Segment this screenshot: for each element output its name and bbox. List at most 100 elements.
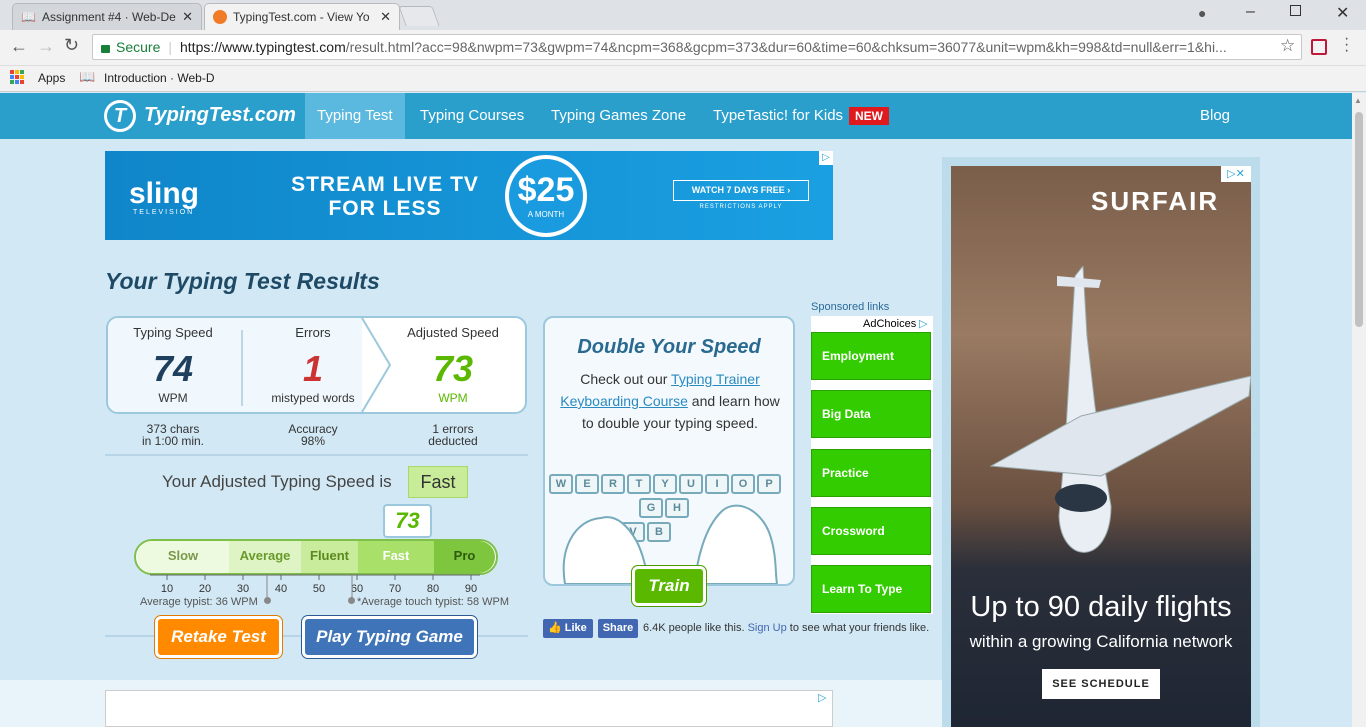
ad-fine-print: RESTRICTIONS APPLY xyxy=(699,204,783,210)
forward-icon[interactable]: → xyxy=(37,36,55,57)
errors-label: Errors xyxy=(295,325,331,340)
url-host: https://www.typingtest.com xyxy=(180,39,346,55)
bookmark-introduction[interactable]: Introduction · Web-D xyxy=(104,71,215,85)
tab-assignment[interactable]: 📖 Assignment #4 · Web-De ✕ xyxy=(12,3,202,30)
sling-banner-ad[interactable]: sling TELEVISION STREAM LIVE TV FOR LESS… xyxy=(105,151,833,240)
adchoices-icon[interactable]: ▷ xyxy=(919,317,927,330)
nav-blog[interactable]: Blog xyxy=(1188,93,1242,139)
tick-label: 80 xyxy=(427,583,439,595)
book-icon: 📖 xyxy=(21,10,36,24)
sponsored-link-learn-to-type[interactable]: Learn To Type xyxy=(811,565,931,613)
ad-headline-1: STREAM LIVE TV xyxy=(291,173,479,196)
new-tab-button[interactable] xyxy=(398,6,440,26)
adjusted-speed-unit: WPM xyxy=(438,391,468,405)
apps-grid-icon xyxy=(10,70,24,84)
chars-line-2: in 1:00 min. xyxy=(141,434,205,448)
address-bar[interactable]: Secure | https://www.typingtest.com /res… xyxy=(92,34,1302,60)
typingtest-logo-icon[interactable]: T xyxy=(104,100,136,132)
nav-typing-games-zone[interactable]: Typing Games Zone xyxy=(539,93,698,139)
sponsored-label: Sponsored links xyxy=(811,301,890,313)
nav-typetastic[interactable]: TypeTastic! for Kids xyxy=(701,93,855,139)
tick-label: 40 xyxy=(275,583,287,595)
book-icon: 📖 xyxy=(79,69,96,84)
lock-icon xyxy=(101,45,110,53)
speed-marker: 73 xyxy=(383,504,432,538)
adjusted-speed-label: Adjusted Speed xyxy=(407,325,499,340)
sponsored-link-big-data[interactable]: Big Data xyxy=(811,390,931,438)
extension-icon[interactable] xyxy=(1311,39,1327,55)
adchoices-icon[interactable]: ▷ xyxy=(819,151,833,165)
bookmark-star-icon[interactable]: ☆ xyxy=(1280,36,1295,56)
deducted-line-2: deducted xyxy=(428,434,478,448)
chars-stat: 373 chars in 1:00 min. xyxy=(108,423,238,447)
ad-price: $25 xyxy=(517,171,575,209)
typingtest-favicon-icon xyxy=(213,10,227,24)
avg-touch-dot-icon xyxy=(348,597,355,604)
speed-rating-badge: Fast xyxy=(408,466,468,498)
tab-title: Assignment #4 · Web-De xyxy=(41,10,176,24)
surfair-brand: SURFAIR xyxy=(1091,186,1220,216)
promo-card: Double Your Speed Check out our Typing T… xyxy=(543,316,795,586)
facebook-signup-link[interactable]: Sign Up xyxy=(748,622,787,634)
url-path: /result.html?acc=98&nwpm=73&gwpm=74&ncpm… xyxy=(345,39,1227,55)
ad-cta-button[interactable]: WATCH 7 DAYS FREE › xyxy=(673,180,809,201)
profile-icon[interactable]: ● xyxy=(1198,5,1206,21)
nav-typing-test[interactable]: Typing Test xyxy=(305,93,405,139)
retake-test-button[interactable]: Retake Test xyxy=(155,616,282,658)
back-icon[interactable]: ← xyxy=(10,36,28,57)
scale-slow: Slow xyxy=(137,541,229,573)
side-ad-sub: within a growing California network xyxy=(969,632,1233,651)
reload-icon[interactable]: ↻ xyxy=(64,35,79,56)
site-logo-text[interactable]: TypingTest.com xyxy=(144,104,296,127)
tick-label: 90 xyxy=(465,583,477,595)
tab-typingtest[interactable]: TypingTest.com - View Yo ✕ xyxy=(204,3,400,30)
accuracy-stat: Accuracy 98% xyxy=(246,423,380,447)
typing-speed-label: Typing Speed xyxy=(133,325,213,340)
side-ad-headline: Up to 90 daily flights xyxy=(970,591,1232,623)
avg-typist-dot-icon xyxy=(264,597,271,604)
see-schedule-button[interactable]: SEE SCHEDULE xyxy=(1042,669,1160,699)
scroll-up-icon[interactable]: ▲ xyxy=(1354,96,1362,105)
nav-typing-courses[interactable]: Typing Courses xyxy=(408,93,536,139)
promo-text-before: Check out our xyxy=(580,371,668,387)
tick-label: 60 xyxy=(351,583,363,595)
close-tab-icon[interactable]: ✕ xyxy=(380,9,391,25)
facebook-share-button[interactable]: Share xyxy=(598,619,638,638)
sponsored-link-practice[interactable]: Practice xyxy=(811,449,931,497)
like-label: Like xyxy=(564,622,587,634)
bookmark-apps[interactable]: Apps xyxy=(38,71,65,85)
facebook-social-text: 6.4K people like this. Sign Up to see wh… xyxy=(643,622,929,634)
restore-icon[interactable] xyxy=(1290,5,1301,16)
accuracy-line-2: 98% xyxy=(300,434,326,448)
play-typing-game-button[interactable]: Play Typing Game xyxy=(302,616,477,658)
tick-label: 50 xyxy=(313,583,325,595)
adjusted-speed-value: 73 xyxy=(432,348,474,389)
minimize-icon[interactable]: – xyxy=(1246,3,1255,21)
close-window-icon[interactable]: ✕ xyxy=(1336,3,1349,23)
sling-sub: TELEVISION xyxy=(133,209,195,216)
scale-pro: Pro xyxy=(434,541,495,573)
divider xyxy=(241,330,243,406)
thumbs-up-icon: 👍 xyxy=(548,622,562,634)
scrollbar-thumb[interactable] xyxy=(1355,112,1363,327)
errors-value: 1 xyxy=(302,348,324,389)
close-tab-icon[interactable]: ✕ xyxy=(182,9,193,25)
promo-title: Double Your Speed xyxy=(577,336,761,358)
section-divider xyxy=(105,454,528,456)
surfair-ad[interactable]: SURFAIR Up to 90 daily flights within a … xyxy=(951,166,1251,727)
train-button[interactable]: Train xyxy=(632,566,706,606)
sponsored-link-employment[interactable]: Employment xyxy=(811,332,931,380)
ad-close-icon[interactable]: ▷✕ xyxy=(1221,166,1251,182)
like-count: 6.4K people like this. xyxy=(643,622,745,634)
avg-typist-label: Average typist: 36 WPM xyxy=(140,596,258,608)
facebook-like-button[interactable]: 👍 Like xyxy=(543,619,593,638)
typing-speed-unit: WPM xyxy=(158,391,188,405)
menu-kebab-icon[interactable]: · · · xyxy=(1344,31,1354,59)
scale-fluent: Fluent xyxy=(301,541,358,573)
typing-speed-value: 74 xyxy=(152,348,194,389)
sling-logo: sling xyxy=(129,177,200,210)
adchoices-label[interactable]: AdChoices xyxy=(863,318,916,330)
adchoices-icon[interactable]: ▷ xyxy=(818,691,826,704)
sponsored-link-crossword[interactable]: Crossword xyxy=(811,507,931,555)
bottom-ad[interactable] xyxy=(105,690,833,727)
